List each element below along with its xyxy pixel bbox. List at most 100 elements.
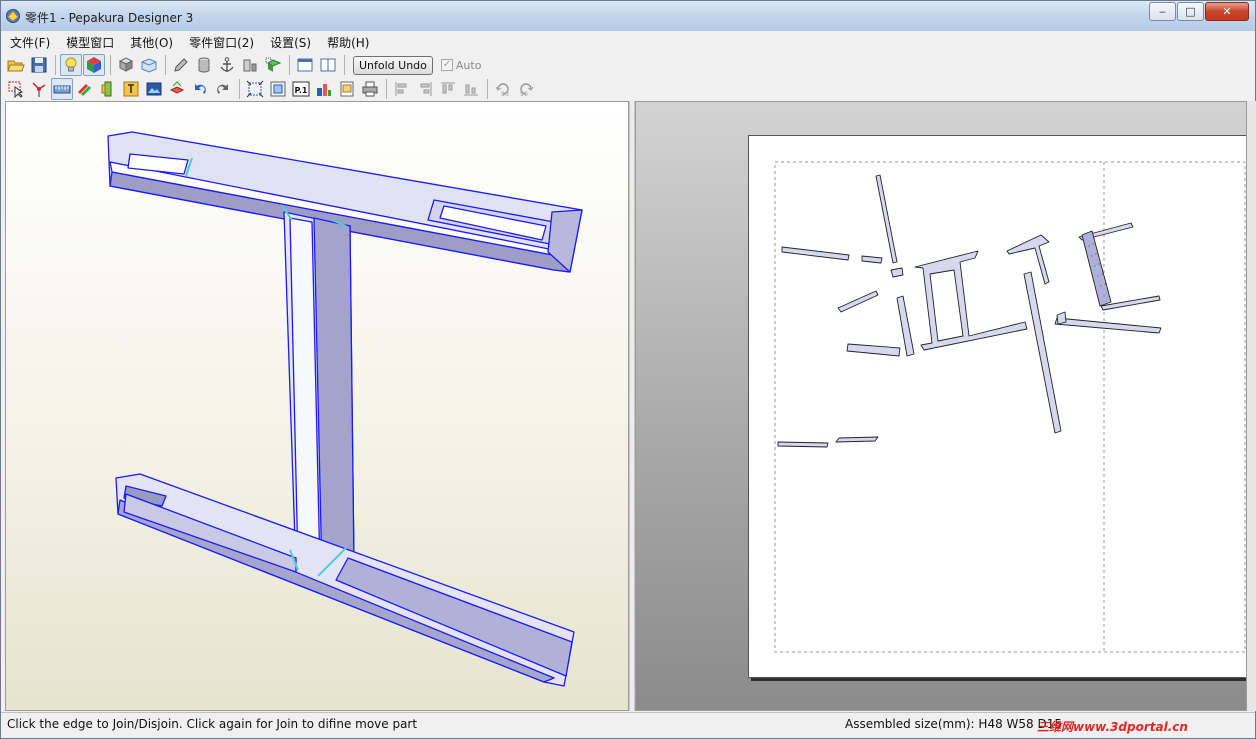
fit-view-icon bbox=[246, 80, 264, 98]
menu-help[interactable]: 帮助(H) bbox=[318, 31, 376, 52]
sheet-settings-button[interactable] bbox=[336, 78, 358, 100]
undo-arrow-icon bbox=[195, 84, 206, 94]
app-window: 零件1 - Pepakura Designer 3 ‒ □ ✕ 文件(F) 模型… bbox=[0, 0, 1256, 739]
menu-other[interactable]: 其他(O) bbox=[121, 31, 180, 52]
align-left-button[interactable] bbox=[391, 78, 413, 100]
menu-parts-window[interactable]: 零件窗口(2) bbox=[180, 31, 261, 52]
align-button[interactable] bbox=[239, 54, 261, 76]
light-bulb-icon bbox=[65, 57, 77, 72]
select-arrow-icon bbox=[8, 81, 24, 98]
join-edge-button[interactable] bbox=[28, 78, 50, 100]
auto-label: Auto bbox=[455, 58, 482, 72]
align-bottom-icon bbox=[464, 84, 478, 96]
light-toggle-button[interactable] bbox=[60, 54, 82, 76]
folder-open-icon bbox=[7, 60, 25, 72]
window-split-icon bbox=[320, 58, 336, 72]
select-button[interactable] bbox=[5, 78, 27, 100]
menu-model-window[interactable]: 模型窗口 bbox=[57, 31, 121, 52]
redo-arrow-icon bbox=[217, 84, 228, 94]
open-button[interactable] bbox=[5, 54, 27, 76]
maximize-button[interactable]: □ bbox=[1177, 2, 1204, 21]
cylinder-button[interactable] bbox=[193, 54, 215, 76]
unfold-undo-button[interactable]: Unfold Undo bbox=[353, 55, 433, 75]
menu-settings[interactable]: 设置(S) bbox=[261, 31, 318, 52]
single-view-button[interactable] bbox=[294, 54, 316, 76]
page-button[interactable]: P.1 bbox=[290, 78, 312, 100]
minimize-icon: ‒ bbox=[1159, 5, 1166, 18]
print-button[interactable] bbox=[359, 78, 381, 100]
picture-icon bbox=[146, 82, 162, 96]
unfold-part[interactable] bbox=[896, 295, 915, 357]
unfold-part[interactable] bbox=[1081, 230, 1112, 307]
toolbar-separator bbox=[386, 79, 387, 99]
texture-toggle-button[interactable] bbox=[83, 54, 105, 76]
layout-button[interactable] bbox=[313, 78, 335, 100]
undo-button[interactable] bbox=[189, 78, 211, 100]
ruler-icon bbox=[53, 85, 71, 94]
align-right-button[interactable] bbox=[414, 78, 436, 100]
checkbox-check-icon: ✓ bbox=[440, 59, 453, 71]
unfold-part[interactable] bbox=[835, 436, 879, 443]
menu-file[interactable]: 文件(F) bbox=[1, 31, 57, 52]
unfold-part[interactable] bbox=[1056, 311, 1067, 325]
align-right-icon bbox=[420, 82, 432, 96]
unfold-part[interactable] bbox=[875, 174, 898, 264]
minimize-button[interactable]: ‒ bbox=[1149, 2, 1176, 21]
unfold-part[interactable] bbox=[781, 246, 850, 261]
vertical-scrollbar[interactable] bbox=[1247, 101, 1256, 711]
unfold-part[interactable] bbox=[890, 267, 904, 278]
pencil-icon bbox=[174, 58, 188, 72]
wireframe-button[interactable] bbox=[115, 54, 137, 76]
unfold-part[interactable] bbox=[861, 255, 883, 264]
flap-button[interactable] bbox=[97, 78, 119, 100]
toolbar-separator bbox=[289, 55, 290, 75]
zoom-fit-button[interactable] bbox=[267, 78, 289, 100]
color-pencils-button[interactable] bbox=[74, 78, 96, 100]
unfold-part[interactable] bbox=[777, 441, 829, 448]
text-button[interactable] bbox=[120, 78, 142, 100]
color-pencils-icon bbox=[78, 84, 91, 96]
anchor-icon bbox=[220, 57, 234, 72]
title-bar[interactable]: 零件1 - Pepakura Designer 3 ‒ □ ✕ bbox=[1, 1, 1255, 31]
zoom-parts-icon bbox=[270, 81, 286, 97]
unfold-2d-view[interactable] bbox=[635, 101, 1247, 711]
unfold-part[interactable] bbox=[1054, 317, 1162, 334]
align-bottom-button[interactable] bbox=[460, 78, 482, 100]
anchor-button[interactable] bbox=[216, 54, 238, 76]
toolbar-separator bbox=[487, 79, 488, 99]
print-parts-button[interactable] bbox=[166, 78, 188, 100]
box-icon bbox=[141, 58, 157, 73]
unfold-part[interactable] bbox=[1023, 271, 1062, 434]
page-number-label: P.1 bbox=[295, 86, 308, 95]
unfold-part[interactable] bbox=[914, 250, 1028, 351]
fit-view-button[interactable] bbox=[244, 78, 266, 100]
rotate-left-button[interactable]: 90 bbox=[492, 78, 514, 100]
unfolded-parts[interactable] bbox=[749, 136, 1247, 679]
redo-button[interactable] bbox=[212, 78, 234, 100]
unfold-part[interactable] bbox=[846, 343, 901, 357]
model-3d-view[interactable] bbox=[5, 101, 629, 711]
window-title: 零件1 - Pepakura Designer 3 bbox=[25, 11, 194, 25]
print-sheet[interactable] bbox=[748, 135, 1247, 679]
layout-grid-icon bbox=[317, 84, 331, 96]
align-top-icon bbox=[441, 82, 455, 94]
sheet-settings-icon bbox=[340, 81, 354, 97]
save-button[interactable] bbox=[28, 54, 50, 76]
ruler-button[interactable] bbox=[51, 78, 73, 100]
unfold-button[interactable] bbox=[262, 54, 284, 76]
open-box-button[interactable] bbox=[138, 54, 160, 76]
image-button[interactable] bbox=[143, 78, 165, 100]
rotate-right-button[interactable]: 90 bbox=[515, 78, 537, 100]
pepakura-logo-icon bbox=[6, 9, 20, 23]
maximize-icon: □ bbox=[1185, 5, 1196, 18]
unfold-part[interactable] bbox=[837, 290, 879, 313]
assembled-size: Assembled size(mm): H48 W58 D15 bbox=[845, 717, 1062, 731]
auto-checkbox[interactable]: ✓ Auto bbox=[440, 58, 482, 72]
i-beam-3d-model[interactable] bbox=[6, 102, 630, 712]
edit-button[interactable] bbox=[170, 54, 192, 76]
close-button[interactable]: ✕ bbox=[1205, 2, 1249, 21]
toolbar-separator bbox=[165, 55, 166, 75]
split-view-button[interactable] bbox=[317, 54, 339, 76]
toolbar-separator bbox=[239, 79, 240, 99]
align-top-button[interactable] bbox=[437, 78, 459, 100]
